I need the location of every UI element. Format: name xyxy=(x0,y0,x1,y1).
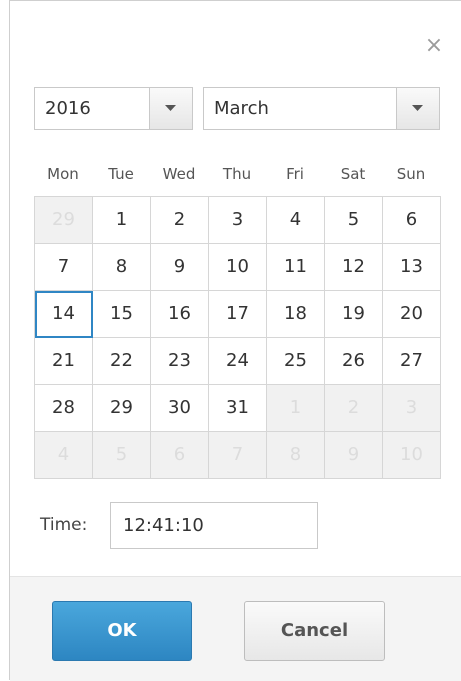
calendar-day-other-month[interactable]: 2 xyxy=(325,385,383,432)
calendar-day[interactable]: 21 xyxy=(35,338,93,385)
calendar-day[interactable]: 28 xyxy=(35,385,93,432)
calendar-day[interactable]: 4 xyxy=(267,197,325,244)
calendar-day[interactable]: 22 xyxy=(93,338,151,385)
calendar-day-other-month[interactable]: 3 xyxy=(383,385,441,432)
weekday-label: Mon xyxy=(47,165,79,183)
calendar-day-other-month[interactable]: 5 xyxy=(93,432,151,479)
calendar-day-other-month[interactable]: 8 xyxy=(267,432,325,479)
dialog-footer: OK Cancel xyxy=(10,576,461,681)
calendar-grid: 29 1 2 3 4 5 6 7 8 9 10 11 12 13 14 15 16 17 18 19 20 21 22 23 2… xyxy=(34,196,441,479)
year-select[interactable]: 2016 xyxy=(34,87,193,130)
calendar-day[interactable]: 23 xyxy=(151,338,209,385)
weekday-label: Wed xyxy=(162,165,196,183)
year-dropdown-button[interactable] xyxy=(149,88,192,129)
time-input[interactable] xyxy=(110,502,318,549)
calendar-day-selected[interactable]: 14 xyxy=(35,291,93,338)
calendar-day[interactable]: 16 xyxy=(151,291,209,338)
calendar-day[interactable]: 12 xyxy=(325,244,383,291)
weekday-label: Fri xyxy=(286,165,304,183)
weekday-label: Thu xyxy=(222,165,252,183)
ok-button[interactable]: OK xyxy=(52,601,192,661)
calendar-day[interactable]: 1 xyxy=(93,197,151,244)
calendar-day[interactable]: 27 xyxy=(383,338,441,385)
calendar-day[interactable]: 25 xyxy=(267,338,325,385)
calendar-day[interactable]: 13 xyxy=(383,244,441,291)
calendar-day[interactable]: 5 xyxy=(325,197,383,244)
calendar-day[interactable]: 8 xyxy=(93,244,151,291)
close-icon[interactable]: × xyxy=(423,35,445,57)
year-select-value: 2016 xyxy=(45,98,91,119)
weekday-label: Sun xyxy=(396,165,426,183)
calendar-day-other-month[interactable]: 6 xyxy=(151,432,209,479)
calendar-day-other-month[interactable]: 7 xyxy=(209,432,267,479)
calendar-day[interactable]: 20 xyxy=(383,291,441,338)
calendar-day[interactable]: 29 xyxy=(93,385,151,432)
calendar-day[interactable]: 26 xyxy=(325,338,383,385)
cancel-button[interactable]: Cancel xyxy=(244,601,385,661)
calendar-day[interactable]: 30 xyxy=(151,385,209,432)
calendar-day[interactable]: 7 xyxy=(35,244,93,291)
calendar-day[interactable]: 18 xyxy=(267,291,325,338)
weekday-label: Tue xyxy=(108,165,134,183)
time-label: Time: xyxy=(40,515,88,535)
calendar-day[interactable]: 10 xyxy=(209,244,267,291)
calendar-day-other-month[interactable]: 29 xyxy=(35,197,93,244)
month-select[interactable]: March xyxy=(203,87,440,130)
calendar-day[interactable]: 2 xyxy=(151,197,209,244)
calendar-day[interactable]: 15 xyxy=(93,291,151,338)
calendar-day[interactable]: 31 xyxy=(209,385,267,432)
month-select-value: March xyxy=(214,98,269,119)
month-dropdown-button[interactable] xyxy=(396,88,439,129)
weekday-header: Mon Tue Wed Thu Fri Sat Sun xyxy=(34,159,440,189)
calendar-day[interactable]: 3 xyxy=(209,197,267,244)
chevron-down-icon xyxy=(412,105,423,111)
calendar-day-other-month[interactable]: 4 xyxy=(35,432,93,479)
calendar-day-other-month[interactable]: 9 xyxy=(325,432,383,479)
calendar-day[interactable]: 9 xyxy=(151,244,209,291)
calendar-day[interactable]: 19 xyxy=(325,291,383,338)
calendar-day[interactable]: 24 xyxy=(209,338,267,385)
calendar-day-other-month[interactable]: 1 xyxy=(267,385,325,432)
calendar-day[interactable]: 6 xyxy=(383,197,441,244)
chevron-down-icon xyxy=(165,105,176,111)
calendar-day-other-month[interactable]: 10 xyxy=(383,432,441,479)
calendar-day[interactable]: 17 xyxy=(209,291,267,338)
weekday-label: Sat xyxy=(340,165,366,183)
calendar-day[interactable]: 11 xyxy=(267,244,325,291)
date-picker-dialog: × 2016 March Mon Tue Wed Thu Fri Sat Sun 29 1 2 3… xyxy=(9,0,461,681)
